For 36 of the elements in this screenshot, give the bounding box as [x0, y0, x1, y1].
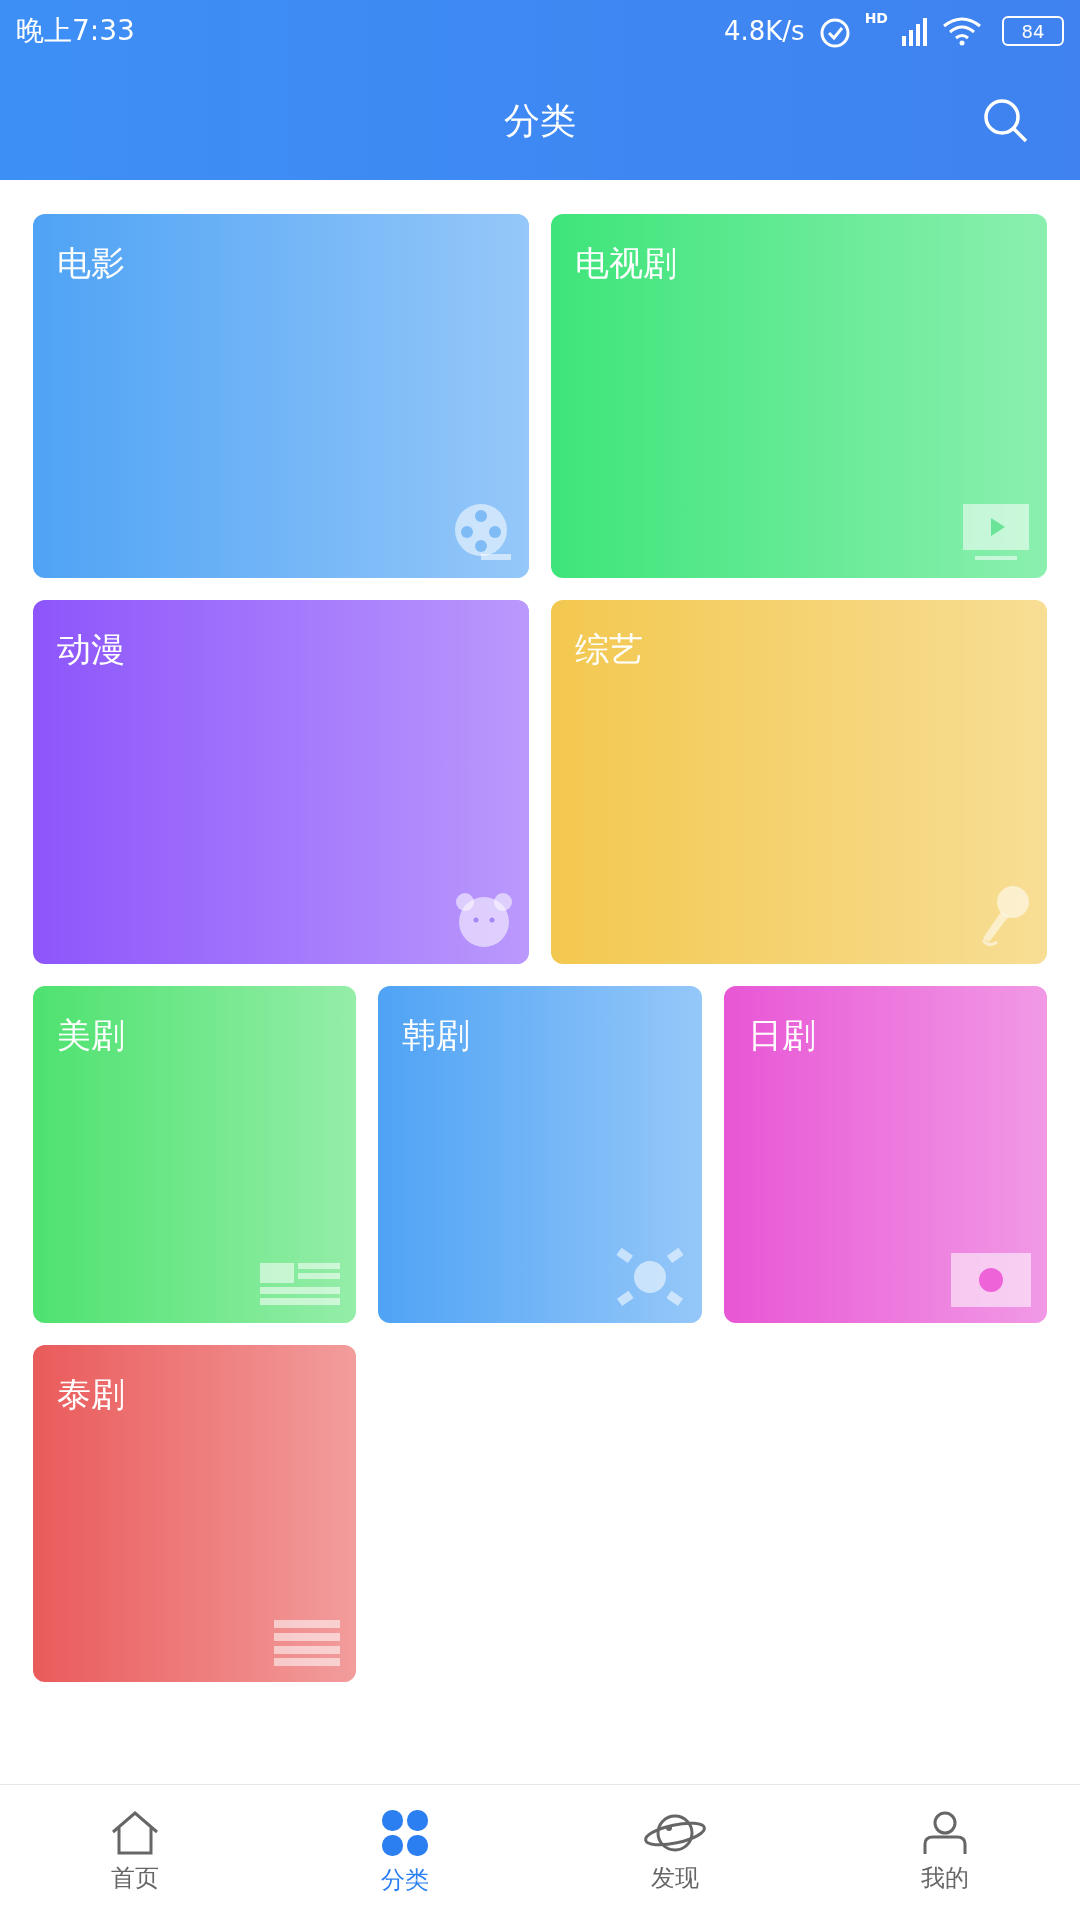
- dot-flag-icon: [951, 1253, 1031, 1307]
- category-card[interactable]: 电影: [33, 214, 529, 578]
- category-title: 韩剧: [402, 1014, 471, 1057]
- search-icon[interactable]: [982, 97, 1030, 145]
- wifi-icon: [942, 16, 982, 46]
- nav-tab[interactable]: 首页: [0, 1785, 270, 1920]
- striped-flag-icon: [260, 1263, 341, 1307]
- category-title: 美剧: [57, 1014, 125, 1057]
- nav-tab[interactable]: 发现: [540, 1785, 810, 1920]
- person-icon: [921, 1809, 969, 1856]
- category-title: 动漫: [57, 628, 125, 671]
- category-title: 日剧: [747, 1014, 816, 1057]
- category-card[interactable]: 日剧: [723, 986, 1047, 1323]
- clock: 晚上7:33: [16, 13, 135, 49]
- network-speed: 4.8K/s: [723, 14, 805, 48]
- category-title: 电影: [57, 242, 125, 285]
- battery-indicator: 84: [1002, 16, 1064, 46]
- page-title: 分类: [504, 99, 576, 143]
- category-card[interactable]: 电视剧: [551, 214, 1047, 578]
- nav-tab[interactable]: 我的: [810, 1785, 1080, 1920]
- category-card[interactable]: 动漫: [33, 600, 529, 964]
- stripes-icon: [274, 1620, 341, 1666]
- category-card[interactable]: 韩剧: [378, 986, 702, 1323]
- nav-tab[interactable]: 分类: [270, 1785, 540, 1920]
- home-icon: [109, 1809, 161, 1856]
- four-petal-icon: [380, 1807, 430, 1858]
- film-reel-icon: [453, 502, 513, 562]
- category-title: 综艺: [575, 628, 643, 671]
- signal-icon: [900, 16, 930, 46]
- network-type: HD: [864, 9, 888, 28]
- category-card[interactable]: 美剧: [33, 986, 357, 1323]
- category-card[interactable]: 泰剧: [33, 1345, 357, 1682]
- bear-face-icon: [455, 890, 513, 948]
- tv-play-icon: [961, 502, 1031, 562]
- category-title: 电视剧: [575, 242, 677, 285]
- category-title: 泰剧: [57, 1373, 125, 1416]
